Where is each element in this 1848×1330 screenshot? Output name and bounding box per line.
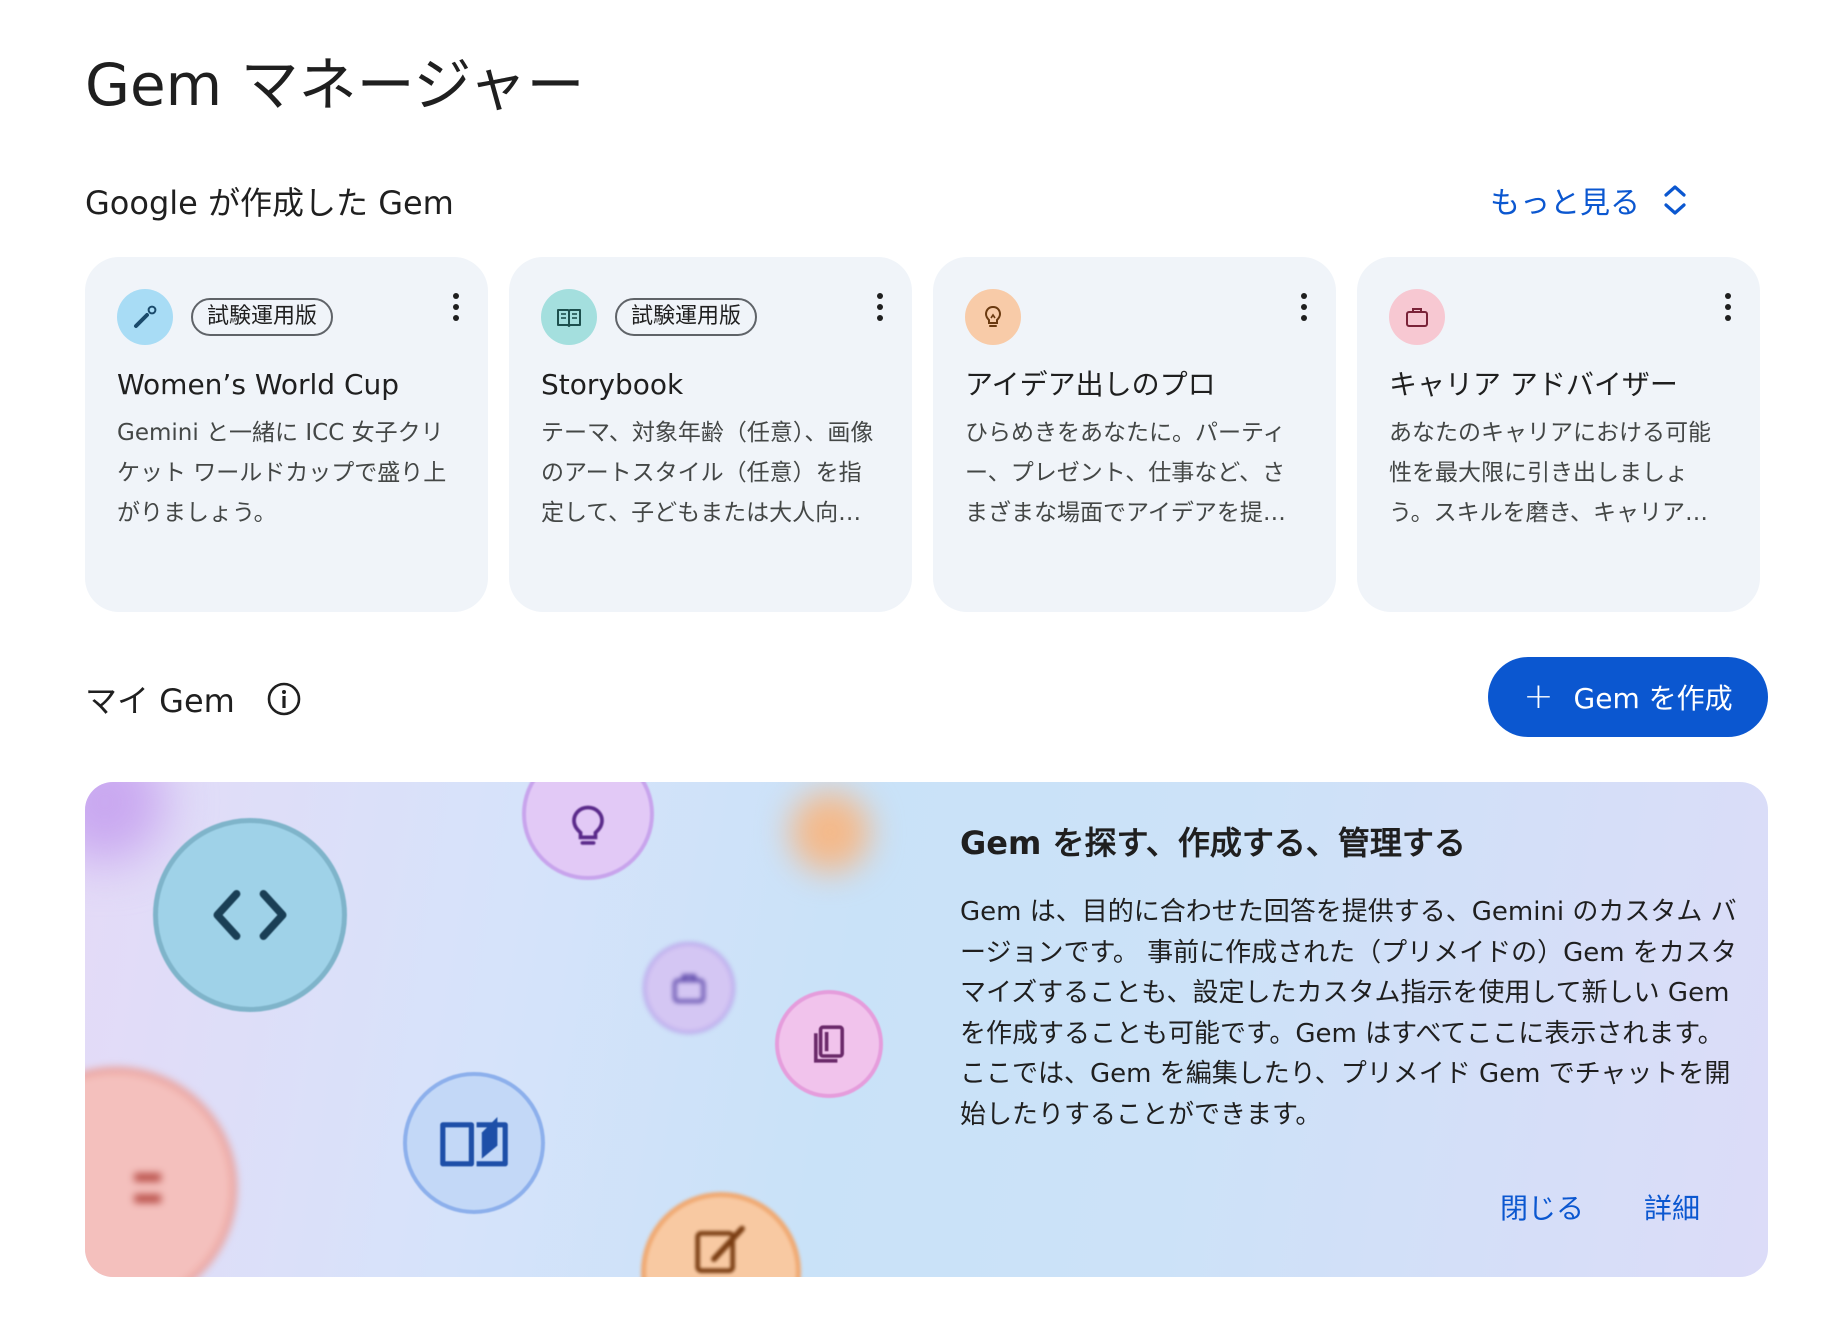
page-title: Gem マネージャー bbox=[85, 51, 585, 119]
cricket-icon bbox=[117, 289, 173, 345]
more-options-icon[interactable] bbox=[1294, 287, 1314, 327]
card-title: アイデア出しのプロ bbox=[965, 368, 1216, 401]
card-title: Women’s World Cup bbox=[117, 368, 400, 401]
decorative-blob bbox=[790, 792, 870, 872]
plus-icon: + bbox=[1523, 676, 1554, 717]
library-icon bbox=[775, 990, 883, 1098]
unfold-more-icon bbox=[1664, 185, 1686, 215]
banner-heading: Gem を探す、作成する、管理する bbox=[960, 824, 1466, 862]
briefcase-icon bbox=[643, 942, 735, 1034]
more-options-icon[interactable] bbox=[1718, 287, 1738, 327]
gem-card-career-advisor[interactable]: キャリア アドバイザー あなたのキャリアにおける可能性を最大限に引き出しましょう… bbox=[1357, 257, 1760, 612]
learn-more-link[interactable]: 詳細 bbox=[1644, 1187, 1700, 1227]
show-more-label: もっと見る bbox=[1490, 186, 1640, 221]
card-title: キャリア アドバイザー bbox=[1389, 368, 1678, 401]
card-title: Storybook bbox=[541, 368, 684, 401]
gem-card-womens-world-cup[interactable]: 試験運用版 Women’s World Cup Gemini と一緒に ICC … bbox=[85, 257, 488, 612]
card-description: あなたのキャリアにおける可能性を最大限に引き出しましょう。スキルを磨き、キャリア… bbox=[1389, 420, 1711, 526]
create-gem-label: Gem を作成 bbox=[1573, 682, 1733, 715]
edit-note-icon bbox=[641, 1192, 801, 1277]
more-options-icon[interactable] bbox=[870, 287, 890, 327]
card-description: Gemini と一緒に ICC 女子クリケット ワールドカップで盛り上がりましょ… bbox=[117, 420, 447, 526]
my-gems-header: マイ Gem bbox=[85, 676, 303, 722]
info-icon[interactable] bbox=[265, 680, 303, 718]
briefcase-icon bbox=[1389, 289, 1445, 345]
lightbulb-icon bbox=[965, 289, 1021, 345]
gem-card-brainstormer[interactable]: アイデア出しのプロ ひらめきをあなたに。パーティー、プレゼント、仕事など、さまざ… bbox=[933, 257, 1336, 612]
close-banner-button[interactable]: 閉じる bbox=[1500, 1187, 1584, 1227]
experimental-badge: 試験運用版 bbox=[615, 298, 758, 336]
lightbulb-icon bbox=[522, 782, 654, 880]
banner-body: Gem は、目的に合わせた回答を提供する、Gemini のカスタム バージョンで… bbox=[960, 897, 1737, 1130]
google-gems-title: Google が作成した Gem bbox=[85, 184, 454, 222]
my-gems-title: マイ Gem bbox=[85, 682, 235, 720]
card-description: ひらめきをあなたに。パーティー、プレゼント、仕事など、さまざまな場面でアイデアを… bbox=[965, 420, 1286, 526]
card-description: テーマ、対象年齢（任意）、画像のアートスタイル（任意）を指定して、子どもまたは大… bbox=[541, 420, 874, 526]
google-gem-cards: 試験運用版 Women’s World Cup Gemini と一緒に ICC … bbox=[85, 257, 1760, 612]
notes-icon bbox=[85, 1067, 237, 1277]
decorative-blob bbox=[85, 782, 165, 862]
gem-intro-banner: Gem を探す、作成する、管理する Gem は、目的に合わせた回答を提供する、G… bbox=[85, 782, 1768, 1277]
code-icon bbox=[153, 818, 347, 1012]
create-gem-button[interactable]: + Gem を作成 bbox=[1488, 657, 1768, 737]
open-book-icon bbox=[403, 1072, 545, 1214]
show-more-button[interactable]: もっと見る bbox=[1490, 178, 1688, 222]
experimental-badge: 試験運用版 bbox=[191, 298, 334, 336]
more-options-icon[interactable] bbox=[446, 287, 466, 327]
gem-card-storybook[interactable]: 試験運用版 Storybook テーマ、対象年齢（任意）、画像のアートスタイル（… bbox=[509, 257, 912, 612]
book-icon bbox=[541, 289, 597, 345]
